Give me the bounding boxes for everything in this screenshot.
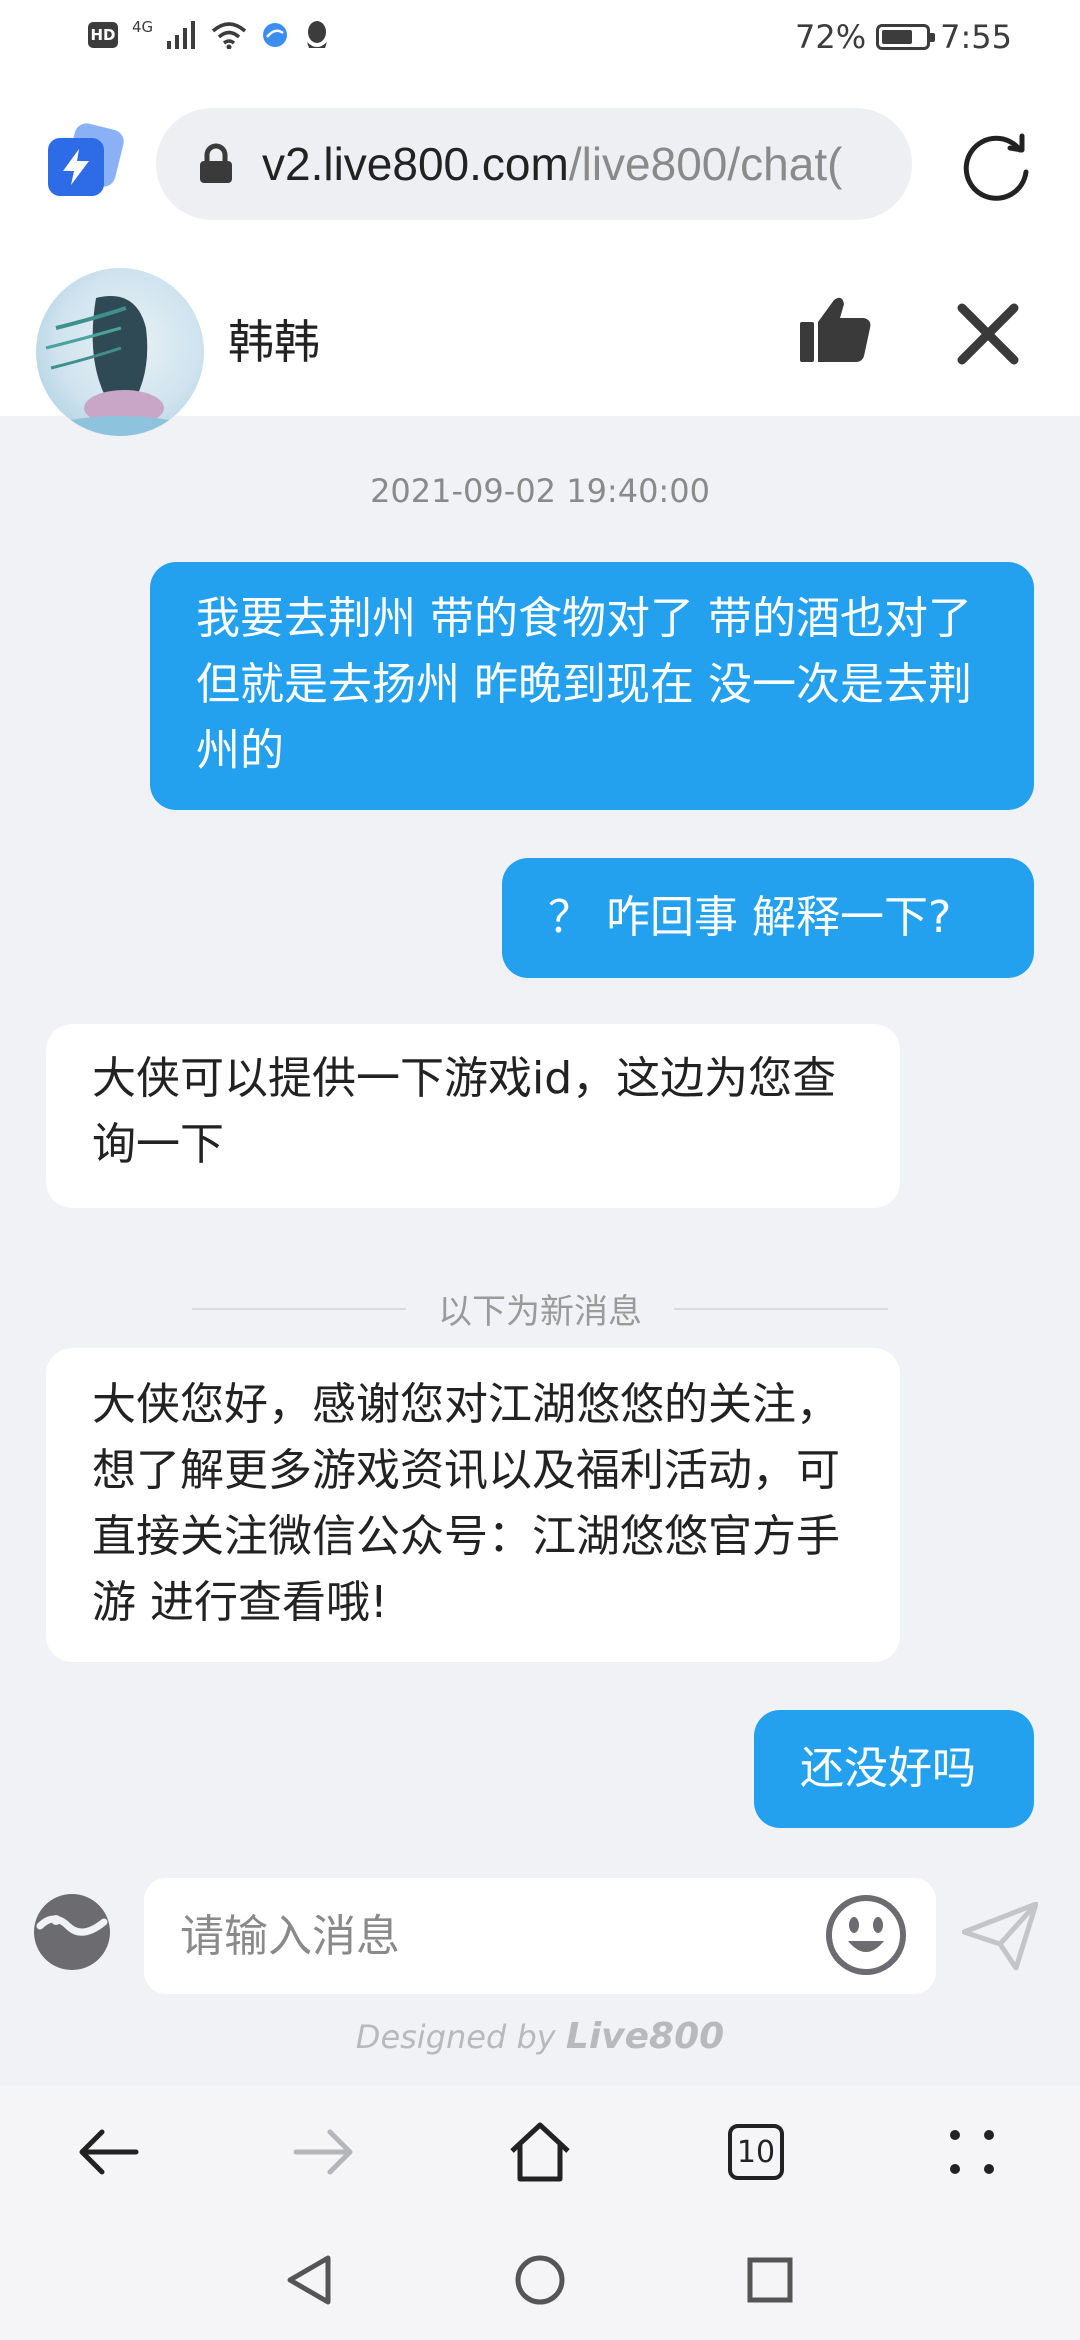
signal-icon xyxy=(167,21,196,49)
home-button[interactable] xyxy=(504,2116,576,2188)
back-button[interactable] xyxy=(72,2116,144,2188)
designed-by-footer: Designed by Live800 xyxy=(0,2016,1080,2057)
tab-count: 10 xyxy=(728,2124,784,2180)
forward-arrow-icon xyxy=(293,2129,353,2175)
message-timestamp: 2021-09-02 19:40:00 xyxy=(370,472,710,510)
hd-icon: HD xyxy=(88,22,118,48)
agent-message: 大侠可以提供一下游戏id，这边为您查询一下 xyxy=(46,1024,900,1208)
composer: Designed by Live800 xyxy=(0,1876,1080,2086)
send-icon[interactable] xyxy=(962,1902,1038,1970)
agent-avatar xyxy=(36,268,204,436)
chat-messages: 2021-09-02 19:40:00 我要去荆州 带的食物对了 带的酒也对了 … xyxy=(0,416,1080,1876)
browser-app-icon xyxy=(263,23,288,47)
system-home-icon[interactable] xyxy=(514,2254,566,2306)
battery-icon xyxy=(876,24,936,50)
sticker-icon[interactable] xyxy=(32,1892,112,1972)
agent-message: 大侠您好，感谢您对江湖悠悠的关注，想了解更多游戏资讯以及福利活动，可直接关注微信… xyxy=(46,1348,900,1662)
url-path: /live800/chat( xyxy=(568,138,843,190)
clock: 7:55 xyxy=(940,18,1012,56)
new-messages-divider: 以下为新消息 xyxy=(192,1284,888,1333)
user-message: 还没好吗 xyxy=(754,1710,1034,1828)
message-input[interactable] xyxy=(144,1878,936,1994)
designed-by-prefix: Designed by xyxy=(355,2018,566,2056)
user-message: 我要去荆州 带的食物对了 带的酒也对了 但就是去扬州 昨晚到现在 没一次是去荆州… xyxy=(150,562,1034,810)
status-bar: HD 4G 72% 7:55 xyxy=(0,0,1080,82)
more-dots-icon xyxy=(950,2130,994,2174)
system-navigation-bar xyxy=(0,2214,1080,2340)
wifi-icon xyxy=(212,22,247,49)
network-type: 4G xyxy=(132,17,154,36)
battery-fill xyxy=(882,30,913,44)
lock-icon xyxy=(200,143,232,183)
reload-icon[interactable] xyxy=(960,128,1034,202)
url-text: v2.live800.com/live800/chat( xyxy=(262,137,842,191)
tabs-button[interactable]: 10 xyxy=(720,2116,792,2188)
browser-toolbar: v2.live800.com/live800/chat( xyxy=(0,82,1080,250)
browser-navigation: 10 xyxy=(0,2086,1080,2214)
lightning-icon[interactable] xyxy=(48,120,127,198)
designed-by-brand: Live800 xyxy=(565,2016,725,2057)
menu-button[interactable] xyxy=(936,2116,1008,2188)
system-back-icon[interactable] xyxy=(284,2254,334,2306)
emoji-icon[interactable] xyxy=(824,1893,908,1977)
user-message: ？ 咋回事 解释一下? xyxy=(502,858,1034,978)
system-recents-icon[interactable] xyxy=(746,2256,794,2304)
new-messages-label: 以下为新消息 xyxy=(438,1292,642,1332)
agent-name: 韩韩 xyxy=(228,315,320,369)
home-icon xyxy=(510,2122,570,2182)
battery-percent: 72% xyxy=(795,18,867,56)
qq-icon xyxy=(307,21,328,48)
address-bar[interactable]: v2.live800.com/live800/chat( xyxy=(156,108,912,220)
url-host: v2.live800.com xyxy=(262,138,569,190)
chat-header: 韩韩 xyxy=(0,250,1080,436)
status-icons-left: HD 4G xyxy=(88,17,331,50)
status-icons-right: 72% 7:55 xyxy=(795,18,1012,56)
close-icon[interactable] xyxy=(956,302,1020,366)
thumbs-up-icon[interactable] xyxy=(798,292,872,366)
back-arrow-icon xyxy=(79,2129,139,2175)
forward-button[interactable] xyxy=(288,2116,360,2188)
